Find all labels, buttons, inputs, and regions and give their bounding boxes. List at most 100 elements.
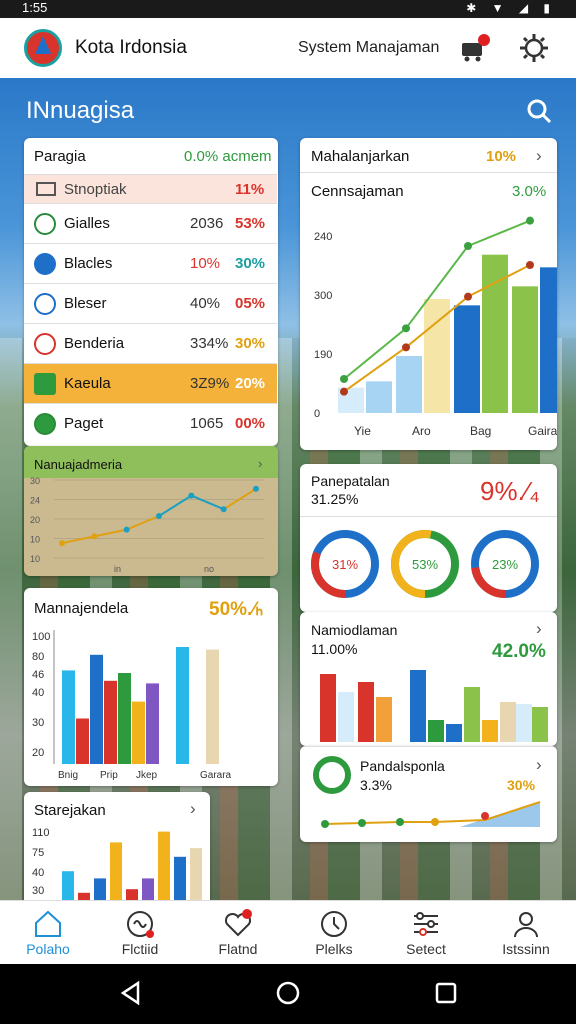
row-count: 334% xyxy=(190,335,229,352)
bar xyxy=(190,848,202,900)
panel-title: Starejakan xyxy=(34,802,106,819)
bar xyxy=(62,670,75,764)
chevron-right-icon[interactable]: › xyxy=(190,799,196,819)
panel-starejakan[interactable]: Starejakan › 110 75 40 30 xyxy=(24,792,210,900)
x-tick-label: Yie xyxy=(354,424,371,438)
row-name: Paget xyxy=(64,415,104,432)
system-label[interactable]: System Manajaman xyxy=(298,39,439,57)
panel-title-value: 10% xyxy=(486,148,517,165)
panel-value: 50%.⁄ₕ xyxy=(209,599,264,620)
cart-icon[interactable] xyxy=(460,34,490,62)
row-count: 40% xyxy=(190,295,221,312)
row-name: Kaeula xyxy=(64,375,111,392)
list-item[interactable]: Blacles 10% 30% xyxy=(24,243,277,283)
app-header: Kota Irdonsia System Manajaman xyxy=(0,18,576,78)
y-tick-label: 190 xyxy=(314,349,332,361)
nav-item-istssinn[interactable]: Istssinn xyxy=(478,901,574,965)
panel-title: Panepatalan xyxy=(311,473,390,489)
panel-panepatalan[interactable]: Panepatalan 31.25% 9%.⁄₄ 31% 53% 23% xyxy=(300,464,557,612)
x-tick-label: Aro xyxy=(412,424,431,438)
home-circle-icon[interactable] xyxy=(275,980,301,1006)
home-icon xyxy=(35,910,61,937)
chevron-right-icon[interactable]: › xyxy=(536,619,542,639)
divider xyxy=(300,746,557,747)
row-value: 30% xyxy=(235,255,266,272)
nav-label: Polaho xyxy=(26,941,70,957)
donut-label: 23% xyxy=(492,557,518,572)
nav-item-setect[interactable]: Setect xyxy=(378,901,474,965)
data-point xyxy=(123,526,130,533)
area-sparkline xyxy=(321,801,541,828)
chevron-right-icon[interactable]: › xyxy=(258,456,262,471)
app-logo-icon xyxy=(24,29,62,67)
list-item[interactable]: Paget 1065 00% xyxy=(24,403,277,443)
y-tick-label: 10 xyxy=(30,554,40,564)
x-tick-label: Bag xyxy=(470,424,491,438)
gear-icon[interactable] xyxy=(518,32,550,64)
y-tick-label: 46 xyxy=(32,669,44,681)
panel-nanuajadmeria[interactable]: Nanuajadmeria › 30 24 20 10 10 in no xyxy=(24,446,278,576)
row-name: Blacles xyxy=(64,255,113,272)
list-item[interactable]: Stnoptiak 11% xyxy=(24,174,277,203)
panel-subtitle: 3.3% xyxy=(360,777,392,793)
bar-chart: 110 75 40 30 xyxy=(32,827,202,900)
nav-item-home[interactable]: Polaho xyxy=(0,901,96,965)
row-value: 30% xyxy=(235,335,266,352)
y-tick-label: 30 xyxy=(30,476,40,486)
row-value: 00% xyxy=(235,415,266,432)
bar xyxy=(500,702,516,742)
chevron-right-icon[interactable]: › xyxy=(536,755,542,775)
panel-mannajendela[interactable]: Mannajendela 50%.⁄ₕ 100 80 46 40 30 20 Bnig Pri… xyxy=(24,588,278,786)
nav-label: Istssinn xyxy=(502,941,550,957)
bar xyxy=(176,647,189,764)
panel-pandalsponla[interactable]: Pandalsponla 3.3% › 30% xyxy=(300,746,557,842)
data-point xyxy=(91,533,98,540)
nav-item-flctiid[interactable]: Flctiid xyxy=(92,901,188,965)
recents-icon[interactable] xyxy=(434,981,458,1005)
bar xyxy=(396,356,422,413)
bar xyxy=(90,654,103,764)
list-item[interactable]: Benderia 334% 30% xyxy=(24,323,277,363)
bar xyxy=(366,381,392,413)
panel-paragia: Paragia 0.0% acmem Stnoptiak 11% Gialles… xyxy=(24,138,278,446)
chevron-right-icon[interactable]: › xyxy=(536,146,542,166)
line-chart: 30 24 20 10 10 in no xyxy=(30,476,264,574)
y-tick-label: 100 xyxy=(32,631,50,643)
x-tick-label: no xyxy=(204,564,214,574)
bottom-nav: Polaho Flctiid Flatnd Plelks Setect Ists… xyxy=(0,900,576,964)
panel-namiodlaman[interactable]: Namiodlaman › 11.00% 42.0% xyxy=(300,612,557,746)
row-count: 2036 xyxy=(190,215,224,232)
nav-label: Flctiid xyxy=(121,941,159,957)
y-tick-label: 40 xyxy=(32,867,44,879)
panel-mahalanjarkan[interactable]: Mahalanjarkan 10% › Cennsajaman 3.0% 240… xyxy=(300,138,557,450)
list-item[interactable]: Gialles 2036 53% xyxy=(24,203,277,243)
bar xyxy=(540,267,557,413)
sliders-icon xyxy=(414,912,438,936)
back-icon[interactable] xyxy=(118,980,144,1006)
series-line xyxy=(158,494,192,517)
bar xyxy=(454,305,480,413)
data-point xyxy=(526,216,534,225)
nav-item-flatnd[interactable]: Flatnd xyxy=(190,901,286,965)
grid-globe-icon xyxy=(34,293,56,315)
search-icon[interactable] xyxy=(526,98,552,124)
x-tick-label: Jkep xyxy=(136,770,158,781)
y-tick-label: 300 xyxy=(314,290,332,302)
nav-item-plelks[interactable]: Plelks xyxy=(286,901,382,965)
list-item[interactable]: Kaeula 3Z9% 20% xyxy=(24,363,277,403)
series-line xyxy=(61,535,95,545)
panel-subtitle: 31.25% xyxy=(311,491,359,507)
bar xyxy=(482,720,498,742)
plant-icon xyxy=(34,373,56,395)
y-tick-label: 40 xyxy=(32,687,44,699)
list-item[interactable]: Bleser 40% 05% xyxy=(24,283,277,323)
panel-title: Paragia xyxy=(34,148,86,165)
bar xyxy=(126,889,138,900)
bar xyxy=(118,673,131,764)
row-name: Gialles xyxy=(64,215,110,232)
nav-label: Plelks xyxy=(315,941,353,957)
series-line xyxy=(467,219,531,247)
bar xyxy=(376,697,392,742)
bar-chart xyxy=(320,670,548,742)
scribble-icon xyxy=(127,911,154,938)
